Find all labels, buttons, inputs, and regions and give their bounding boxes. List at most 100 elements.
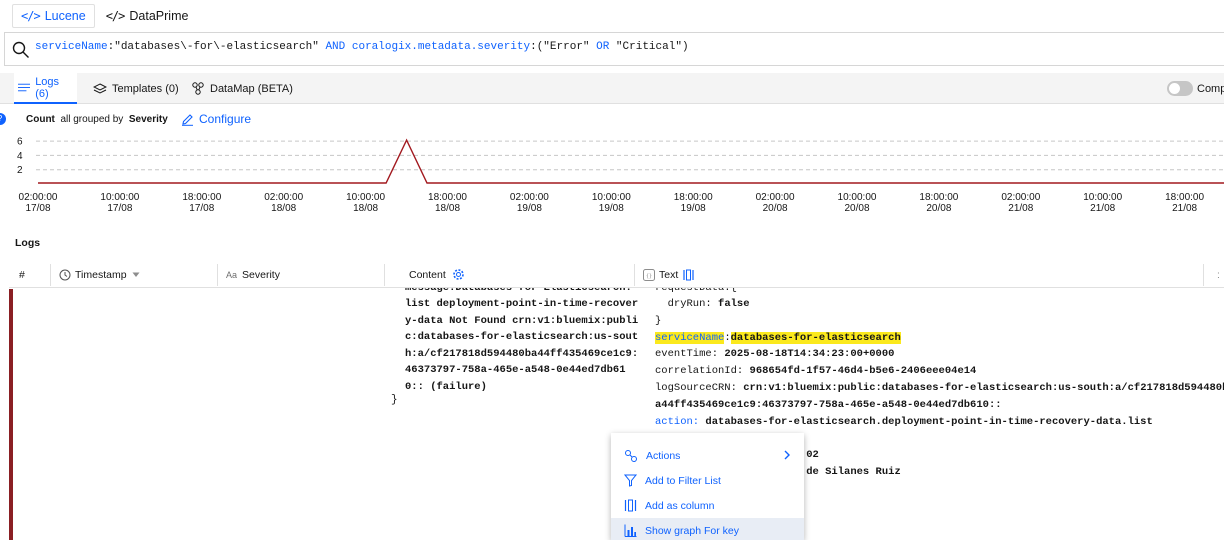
json-value[interactable]: a44ff435469ce1c9:46373797-758a-465e-a548…	[655, 399, 1002, 411]
query-input[interactable]: serviceName:"databases\-for\-elasticsear…	[4, 32, 1224, 66]
text-type-icon: Aa	[226, 269, 238, 280]
menu-item-add-column[interactable]: Add as column	[611, 493, 804, 518]
help-icon[interactable]: ?	[0, 113, 6, 125]
query-operator: OR	[596, 41, 610, 53]
column-divider[interactable]	[50, 264, 51, 286]
x-tick-time: 02:00:00	[756, 192, 795, 203]
tab-logs-label: Logs (6)	[35, 75, 60, 100]
json-value[interactable]: databases-for-elasticsearch.deployment-p…	[699, 416, 1152, 428]
sort-down-icon[interactable]	[132, 272, 140, 278]
json-line: dryRun: false	[655, 296, 1224, 313]
x-tick-time: 18:00:00	[428, 192, 467, 203]
x-tick-time: 10:00:00	[838, 192, 877, 203]
column-content[interactable]: Content	[409, 261, 469, 288]
json-line: eventTime: 2025-08-18T14:34:23:00+0000	[655, 346, 1224, 363]
x-tick-date: 20/08	[844, 203, 869, 214]
column-content-label: Content	[409, 268, 446, 281]
x-tick-date: 19/08	[599, 203, 624, 214]
tab-lucene-label: Lucene	[44, 9, 86, 23]
json-line: }	[655, 313, 1224, 330]
count-grouping-label: Count all grouped by Severity	[26, 114, 168, 125]
json-line: correlationId: 968654fd-1f57-46d4-b5e6-2…	[655, 363, 1224, 380]
tab-logs[interactable]: Logs (6)	[14, 73, 77, 104]
tab-datamap[interactable]: DataMap (BETA)	[187, 73, 297, 104]
column-divider[interactable]	[217, 264, 218, 286]
x-tick-date: 19/08	[681, 203, 706, 214]
content-brace: }	[391, 394, 398, 406]
x-tick-time: 18:00:00	[919, 192, 958, 203]
json-value[interactable]: false	[712, 298, 750, 310]
json-line: requestData:{	[655, 288, 1224, 296]
x-tick-date: 20/08	[926, 203, 951, 214]
layers-icon	[93, 82, 107, 94]
grouped-by-label: all grouped by	[60, 114, 124, 125]
column-timestamp-label: Timestamp	[75, 268, 127, 281]
columns-icon[interactable]	[683, 269, 694, 281]
query-text[interactable]: serviceName:"databases\-for\-elasticsear…	[35, 41, 689, 53]
view-tabs: Logs (6) Templates (0) DataMap (BETA) Co…	[0, 73, 1224, 104]
json-key[interactable]: dryRun:	[655, 298, 712, 310]
json-key[interactable]: eventTime:	[655, 348, 718, 360]
json-value[interactable]: databases-for-elasticsearch	[730, 331, 901, 344]
column-more[interactable]: :	[1217, 261, 1220, 288]
column-severity[interactable]: Aa Severity	[226, 261, 280, 288]
query-area: </> Lucene </> DataPrime serviceName:"da…	[0, 0, 1224, 72]
x-tick-time: 10:00:00	[100, 192, 139, 203]
group-field: Severity	[128, 114, 168, 125]
json-key[interactable]: action:	[655, 416, 699, 428]
menu-item-actions[interactable]: Actions	[611, 443, 804, 468]
query-language-tabs: </> Lucene </> DataPrime	[12, 4, 197, 28]
json-key[interactable]: }	[655, 315, 661, 327]
column-divider[interactable]	[384, 264, 385, 286]
content-line: 0:: (failure)	[405, 380, 487, 393]
tab-dataprime[interactable]: </> DataPrime	[97, 4, 198, 28]
x-tick-date: 21/08	[1008, 203, 1033, 214]
column-text-label: Text	[659, 268, 679, 281]
log-content[interactable]: message:Databases-for-Elasticsearch: list…	[405, 288, 638, 396]
x-tick-time: 02:00:00	[19, 192, 58, 203]
menu-item-add-to-filter-label: Add to Filter List	[645, 474, 721, 487]
y-tick-label: 4	[17, 151, 23, 162]
code-icon: </>	[105, 9, 126, 23]
json-value[interactable]: 968654fd-1f57-46d4-b5e6-2406eee04e14	[743, 365, 977, 377]
network-icon	[192, 82, 204, 95]
json-line: logSourceCRN: crn:v1:bluemix:public:data…	[655, 380, 1224, 397]
json-key[interactable]: correlationId:	[655, 365, 743, 377]
json-key[interactable]: logSourceCRN:	[655, 382, 737, 394]
configure-button[interactable]: Configure	[181, 112, 251, 126]
severity-marker	[9, 289, 13, 540]
logs-table-header: # Timestamp Aa Severity Content {} Text …	[9, 261, 1224, 288]
x-tick-date: 21/08	[1172, 203, 1197, 214]
tab-lucene[interactable]: </> Lucene	[12, 4, 95, 28]
tab-templates[interactable]: Templates (0)	[89, 73, 183, 104]
json-line: action: databases-for-elasticsearch.depl…	[655, 414, 1224, 431]
code-icon: </>	[21, 9, 41, 23]
configure-label: Configure	[199, 112, 252, 126]
search-icon	[12, 41, 29, 58]
y-tick-label: 6	[17, 137, 23, 148]
series-line[interactable]	[38, 138, 1224, 184]
menu-item-show-graph[interactable]: Show graph For key	[611, 518, 804, 540]
column-text[interactable]: {} Text	[643, 261, 698, 288]
x-tick-date: 17/08	[25, 203, 50, 214]
json-value[interactable]: crn:v1:bluemix:public:databases-for-elas…	[737, 382, 1224, 394]
column-index: #	[19, 268, 25, 281]
json-key[interactable]: requestData:{	[655, 288, 737, 294]
menu-item-show-graph-label: Show graph For key	[645, 524, 739, 537]
x-tick-date: 17/08	[189, 203, 214, 214]
x-tick-time: 02:00:00	[1001, 192, 1040, 203]
y-tick-label: 2	[17, 165, 23, 176]
json-key[interactable]: serviceName	[655, 331, 725, 344]
toggle-switch[interactable]	[1167, 81, 1193, 96]
column-timestamp[interactable]: Timestamp	[59, 261, 144, 288]
gear-icon[interactable]	[452, 268, 465, 281]
json-value[interactable]: 2025-08-18T14:34:23:00+0000	[718, 348, 894, 360]
column-divider[interactable]	[634, 264, 635, 286]
column-divider[interactable]	[1203, 264, 1204, 286]
content-line: message:Databases-for-Elasticsearch:	[405, 288, 631, 294]
compare-toggle[interactable]: Compa	[1167, 81, 1224, 96]
menu-item-actions-label: Actions	[646, 449, 681, 462]
x-tick-date: 20/08	[763, 203, 788, 214]
menu-item-add-to-filter[interactable]: Add to Filter List	[611, 468, 804, 493]
tab-datamap-label: DataMap (BETA)	[210, 82, 293, 95]
